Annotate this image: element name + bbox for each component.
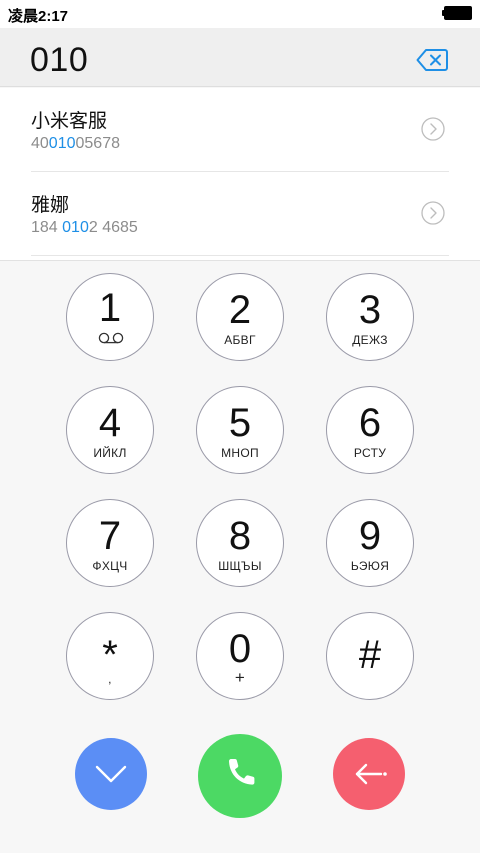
battery-icon bbox=[442, 6, 472, 20]
voicemail-icon bbox=[98, 331, 124, 344]
key-0[interactable]: 0 + bbox=[196, 612, 284, 700]
key-4[interactable]: 4 ИЙКЛ bbox=[66, 386, 154, 474]
contact-name: 雅娜 bbox=[31, 195, 70, 216]
dialed-number: 010 bbox=[30, 41, 89, 79]
contact-number: 4001005678 bbox=[31, 135, 120, 152]
key-letters: МНОП bbox=[221, 446, 259, 460]
key-digit: # bbox=[358, 633, 382, 677]
chevron-circle-icon[interactable] bbox=[421, 117, 445, 141]
key-digit: 2 bbox=[228, 288, 252, 332]
status-time: 凌晨2:17 bbox=[8, 8, 69, 25]
key-digit: 1 bbox=[98, 286, 122, 330]
number-match: 010 bbox=[48, 135, 76, 152]
contact-name: 小米客服 bbox=[31, 111, 108, 132]
key-digit: 0 bbox=[228, 627, 252, 671]
key-9[interactable]: 9 ЬЭЮЯ bbox=[326, 499, 414, 587]
key-digit: * bbox=[102, 633, 118, 677]
key-letters: , bbox=[108, 672, 112, 686]
contact-item[interactable]: 雅娜 184 0102 4685 bbox=[0, 172, 480, 256]
key-hash[interactable]: # bbox=[326, 612, 414, 700]
key-digit: 9 bbox=[358, 514, 382, 558]
key-star[interactable]: * , bbox=[66, 612, 154, 700]
number-match: 010 bbox=[62, 219, 89, 236]
key-letters: РСТУ bbox=[353, 446, 387, 460]
key-letters: ШЩЪЫ bbox=[218, 559, 262, 573]
key-digit: 5 bbox=[228, 401, 252, 445]
key-7[interactable]: 7 ФХЦЧ bbox=[66, 499, 154, 587]
phone-icon bbox=[229, 759, 255, 785]
contact-item[interactable]: 小米客服 4001005678 bbox=[0, 88, 480, 172]
collapse-keypad-button[interactable] bbox=[75, 738, 147, 810]
key-letters: ЬЭЮЯ bbox=[350, 559, 390, 573]
key-letters: ФХЦЧ bbox=[92, 559, 128, 573]
key-digit: 7 bbox=[98, 514, 122, 558]
chevron-circle-icon[interactable] bbox=[421, 201, 445, 225]
divider bbox=[31, 255, 449, 256]
key-digit: 4 bbox=[98, 401, 122, 445]
key-letters: + bbox=[234, 668, 246, 687]
key-2[interactable]: 2 АБВГ bbox=[196, 273, 284, 361]
contact-suggestions: 小米客服 4001005678 雅娜 184 0102 4685 bbox=[0, 88, 480, 261]
key-1[interactable]: 1 bbox=[66, 273, 154, 361]
dial-header: 010 bbox=[0, 28, 480, 87]
contact-number: 184 0102 4685 bbox=[31, 219, 138, 236]
key-digit: 6 bbox=[358, 401, 382, 445]
backspace-arrow-icon bbox=[355, 763, 387, 785]
status-bar: 凌晨2:17 bbox=[0, 0, 480, 28]
key-5[interactable]: 5 МНОП bbox=[196, 386, 284, 474]
key-letters: ИЙКЛ bbox=[93, 446, 127, 460]
call-button[interactable] bbox=[198, 734, 282, 818]
chevron-down-icon bbox=[95, 765, 127, 783]
key-letters: ДЕЖЗ bbox=[352, 333, 388, 347]
key-digit: 3 bbox=[358, 288, 382, 332]
key-6[interactable]: 6 РСТУ bbox=[326, 386, 414, 474]
key-3[interactable]: 3 ДЕЖЗ bbox=[326, 273, 414, 361]
key-letters: АБВГ bbox=[224, 333, 256, 347]
delete-button[interactable] bbox=[333, 738, 405, 810]
key-8[interactable]: 8 ШЩЪЫ bbox=[196, 499, 284, 587]
backspace-icon[interactable] bbox=[416, 48, 448, 72]
key-digit: 8 bbox=[228, 514, 252, 558]
keypad: 1 2 АБВГ 3 ДЕЖЗ 4 ИЙКЛ 5 МНОП 6 РСТУ 7 Ф… bbox=[0, 262, 480, 722]
